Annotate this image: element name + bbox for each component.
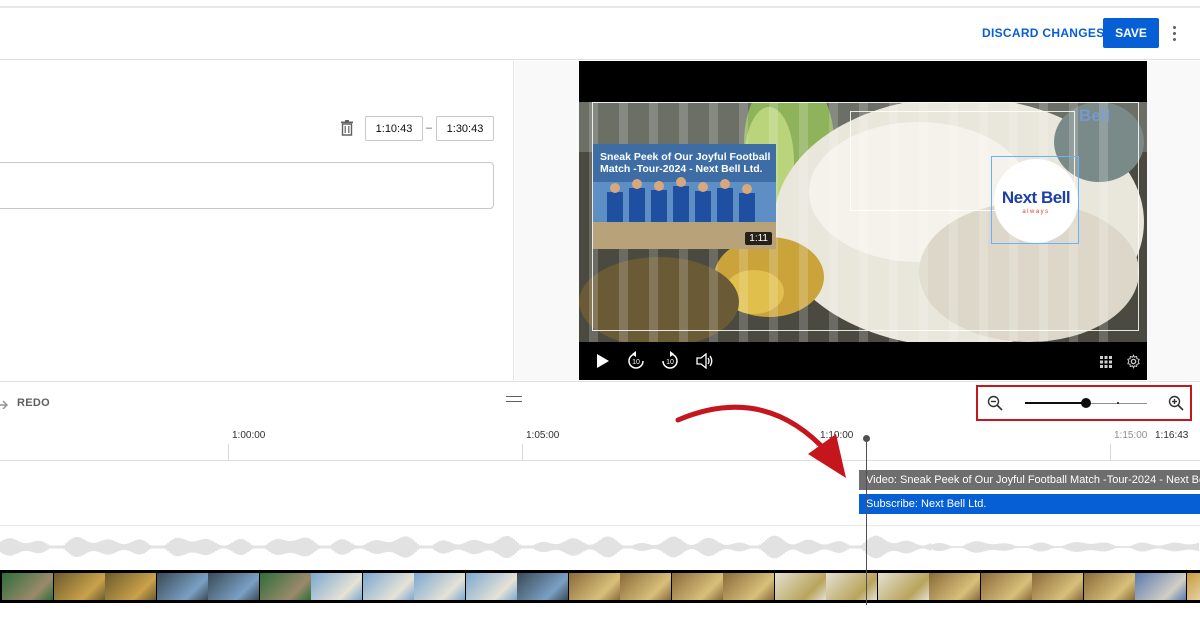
delete-icon[interactable] (340, 120, 354, 136)
svg-text:10: 10 (632, 359, 640, 366)
ruler-label: 1:05:00 (526, 430, 560, 441)
video-thumbnail (362, 573, 414, 600)
rewind-10-icon[interactable]: 10 (627, 351, 645, 371)
zoom-controls (976, 385, 1192, 421)
video-frame: Bell Sneak Peek of Our Joyful Football M… (579, 102, 1147, 342)
editor-header: DISCARD CHANGES SAVE (0, 8, 1200, 60)
zoom-slider-thumb[interactable] (1081, 398, 1091, 408)
video-thumbnail (105, 573, 156, 600)
redo-icon[interactable] (0, 395, 10, 409)
panel-resize-handle[interactable] (506, 396, 522, 402)
forward-10-icon[interactable]: 10 (661, 351, 679, 371)
zoom-slider[interactable] (1025, 398, 1147, 408)
video-thumbnail-strip (0, 570, 1200, 603)
ruler-label: 1:15:00 (1114, 430, 1148, 441)
video-thumbnail (2, 573, 53, 600)
end-screen-editor: DISCARD CHANGES SAVE 1:10:43 – 1:30:43 B… (0, 0, 1200, 630)
video-thumbnail (414, 573, 465, 600)
video-thumbnail (929, 573, 980, 600)
video-thumbnail (620, 573, 671, 600)
ruler-tick (1110, 444, 1111, 460)
time-separator: – (426, 122, 433, 134)
volume-icon[interactable] (696, 353, 714, 369)
ruler-tick (228, 444, 229, 460)
more-options-icon[interactable] (1168, 20, 1180, 46)
video-thumbnail (826, 573, 877, 600)
waveform-path (0, 535, 1199, 559)
ruler-label: 1:00:00 (232, 430, 266, 441)
video-thumbnail (259, 573, 311, 600)
svg-text:10: 10 (666, 359, 674, 366)
video-thumbnail (156, 573, 208, 600)
element-editor-panel: 1:10:43 – 1:30:43 (0, 61, 514, 380)
settings-gear-icon[interactable] (1126, 354, 1141, 369)
annotation-arrow (675, 404, 846, 478)
ruler-end-label: 1:16:43 (1155, 430, 1189, 441)
end-screen-video-duration: 1:11 (745, 232, 772, 245)
discard-changes-button[interactable]: DISCARD CHANGES (974, 18, 1113, 48)
player-controls: 10 10 (579, 344, 1147, 380)
zoom-step-mark (1117, 402, 1119, 404)
end-screen-video-title: Sneak Peek of Our Joyful Football Match … (600, 151, 771, 175)
zoom-out-icon[interactable] (987, 395, 1003, 411)
element-tracks: Video: Sneak Peek of Our Joyful Football… (0, 461, 1200, 526)
video-thumbnail (877, 573, 929, 600)
video-thumbnail (311, 573, 362, 600)
video-thumbnail (1083, 573, 1135, 600)
start-time-field[interactable]: 1:10:43 (365, 116, 423, 141)
video-thumbnail (1135, 573, 1186, 600)
video-thumbnail (568, 573, 620, 600)
timeline-toolbar: REDO (0, 381, 1200, 424)
video-thumbnail (723, 573, 774, 600)
video-thumbnail (53, 573, 105, 600)
video-thumbnail (465, 573, 517, 600)
audio-waveform (0, 535, 1199, 559)
element-select-field[interactable] (0, 162, 494, 209)
video-thumbnail (517, 573, 568, 600)
save-button[interactable]: SAVE (1103, 18, 1159, 48)
play-icon[interactable] (596, 353, 610, 369)
video-thumbnail (1032, 573, 1083, 600)
channel-logo: Next Bell always (994, 159, 1078, 243)
end-screen-video-element[interactable]: Sneak Peek of Our Joyful Football Match … (593, 144, 776, 249)
channel-logo-name: Next Bell (1001, 187, 1071, 207)
ruler-tick (522, 444, 523, 460)
timeline-subscribe-element[interactable]: Subscribe: Next Bell Ltd. (859, 494, 1200, 514)
video-thumbnail (774, 573, 826, 600)
zoom-slider-fill (1025, 402, 1086, 404)
video-preview-player[interactable]: Bell Sneak Peek of Our Joyful Football M… (579, 61, 1147, 380)
subscribe-element[interactable]: Next Bell always (991, 156, 1079, 244)
end-time-field[interactable]: 1:30:43 (436, 116, 494, 141)
video-thumbnail (1186, 573, 1200, 600)
video-thumbnail (671, 573, 723, 600)
video-thumbnail (980, 573, 1032, 600)
grid-icon[interactable] (1100, 356, 1112, 368)
video-thumbnail (208, 573, 259, 600)
timeline-ruler[interactable]: 1:00:00 1:05:00 1:10:00 1:15:00 1:16:43 (0, 424, 1200, 461)
channel-logo-tagline: always (1022, 208, 1050, 215)
timeline-video-element[interactable]: Video: Sneak Peek of Our Joyful Football… (859, 470, 1200, 490)
zoom-in-icon[interactable] (1168, 395, 1184, 411)
redo-button[interactable]: REDO (17, 397, 50, 409)
